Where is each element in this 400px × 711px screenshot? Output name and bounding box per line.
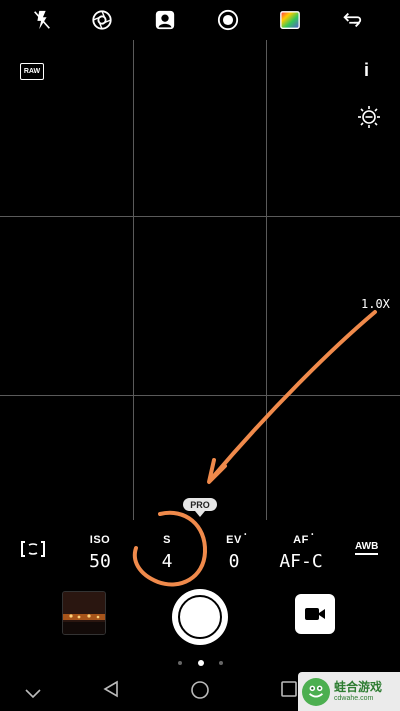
af-control[interactable]: AF • AF-C	[275, 528, 327, 572]
ev-label: EV •	[226, 532, 247, 546]
pro-mode-badge[interactable]: PRO	[183, 498, 217, 511]
frog-logo-icon	[302, 677, 330, 706]
home-icon[interactable]	[190, 680, 210, 704]
site-watermark: 蛙合游戏 cdwahe.com	[298, 672, 400, 711]
white-balance-control[interactable]: AWB	[355, 541, 378, 555]
shutter-speed-control[interactable]: S 4	[141, 528, 193, 572]
page-dot	[178, 661, 182, 665]
watermark-url: cdwahe.com	[334, 695, 374, 702]
iso-control[interactable]: ISO 50	[74, 528, 126, 572]
metering-mode-icon[interactable]	[20, 540, 46, 558]
ev-control[interactable]: EV • 0	[208, 528, 260, 572]
af-label: AF •	[293, 532, 314, 546]
af-value: AF-C	[279, 551, 323, 572]
recents-icon[interactable]	[280, 680, 298, 702]
page-dot	[219, 661, 223, 665]
ev-value: 0	[228, 551, 240, 572]
video-mode-button[interactable]	[295, 594, 335, 634]
shutter-speed-value: 4	[161, 551, 173, 572]
video-camera-icon	[305, 608, 325, 620]
shutter-inner-ring	[178, 595, 222, 639]
page-dot-active	[198, 660, 204, 666]
back-icon[interactable]	[102, 680, 120, 702]
iso-label: ISO	[89, 534, 111, 546]
gallery-thumbnail[interactable]	[62, 591, 106, 635]
iso-value: 50	[89, 551, 111, 572]
hide-nav-icon[interactable]	[25, 684, 41, 703]
shutter-speed-label: S	[163, 534, 171, 546]
watermark-title: 蛙合游戏	[334, 680, 383, 694]
shutter-button[interactable]	[172, 589, 228, 645]
pro-indicator-arrow	[195, 511, 205, 517]
